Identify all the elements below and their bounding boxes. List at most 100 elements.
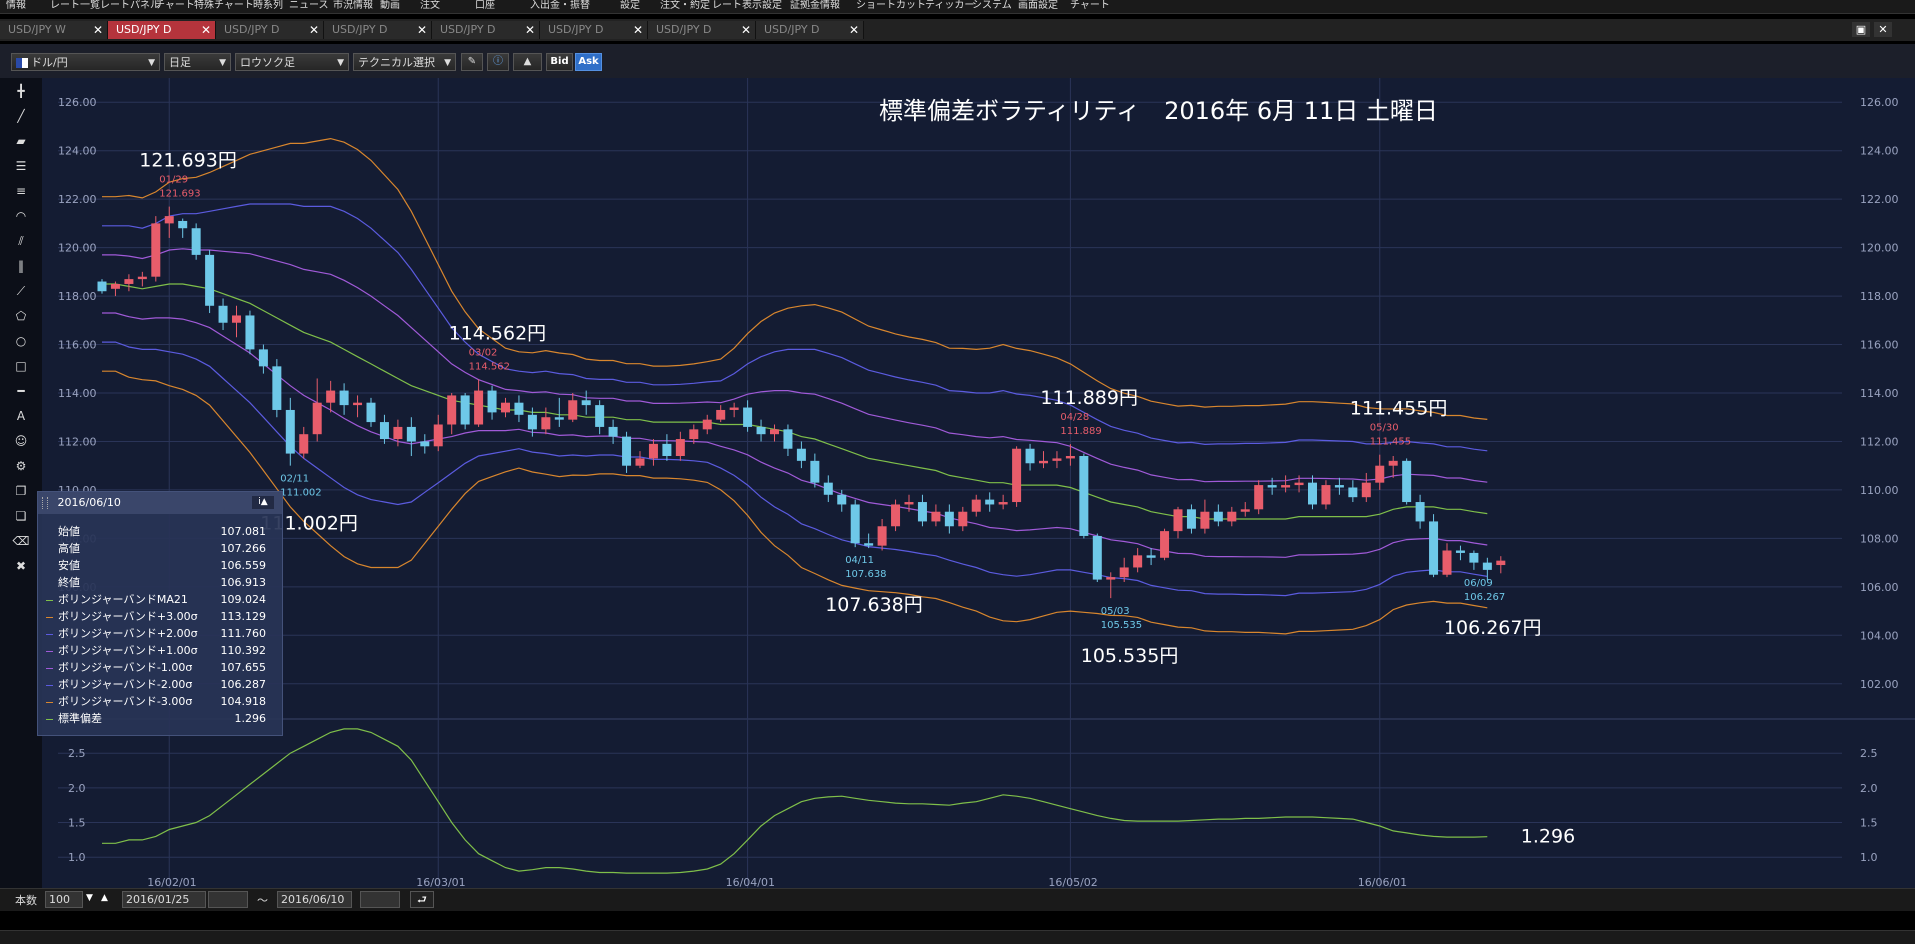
emoji-icon[interactable]: ☺ — [12, 432, 30, 450]
fibonacci-arc-icon[interactable]: ◠ — [12, 207, 30, 225]
tab-usdjpy-d[interactable]: USD/JPY D ✕ — [648, 21, 756, 39]
annotation-label: 105.535円 — [1081, 645, 1179, 667]
info-collapse-icon[interactable]: i▲ — [252, 496, 274, 509]
menu-item-video[interactable]: 動画 — [380, 0, 400, 12]
close-icon[interactable]: ✕ — [93, 21, 103, 39]
technical-select-label: テクニカル選択 — [358, 56, 435, 69]
horizontal-line-icon[interactable]: ━ — [12, 382, 30, 400]
menu-item-screen-settings[interactable]: 画面設定 — [1018, 0, 1058, 12]
crosshair-icon[interactable]: ╋ — [12, 82, 30, 100]
chevron-down-icon: ▼ — [337, 58, 344, 68]
circle-icon[interactable]: ○ — [12, 332, 30, 350]
horizontal-lines-icon[interactable]: ≡ — [12, 182, 30, 200]
chevron-down-icon[interactable]: ▼ — [86, 893, 93, 903]
menu-item-rate-panel[interactable]: レートパネル — [100, 0, 160, 12]
menu-item-info[interactable]: 情報 — [6, 0, 26, 12]
menu-item-ticker[interactable]: ティッカー — [925, 0, 974, 12]
paste-icon[interactable]: ❏ — [12, 507, 30, 525]
close-icon[interactable]: ✕ — [633, 21, 643, 39]
annotation-value: 111.889 — [1060, 426, 1101, 437]
ohlc-info-panel[interactable]: 2016/06/10 i▲ 始値 107.081 高値 107.266 安値 106.55… — [37, 491, 283, 736]
info-row-value: 1.296 — [234, 712, 267, 725]
menu-item-settings[interactable]: 設定 — [620, 0, 640, 12]
close-icon[interactable]: ✕ — [849, 21, 859, 39]
chart-area[interactable]: 126.00 126.00 124.00 124.00 122.00 122.00 120.… — [42, 78, 1915, 888]
candle-body — [796, 448, 806, 461]
candle-body — [850, 504, 860, 544]
polygon-icon[interactable]: ⬠ — [12, 307, 30, 325]
time-to-input[interactable] — [360, 891, 400, 908]
trendline-icon[interactable]: ╱ — [12, 107, 30, 125]
candle-body — [151, 223, 161, 277]
menu-item-account[interactable]: 口座 — [475, 0, 495, 12]
candle-body — [379, 422, 389, 440]
time-from-input[interactable] — [208, 891, 248, 908]
menu-item-transfer[interactable]: 入出金・振替 — [530, 0, 590, 12]
y-tick-label-right: 120.00 — [1860, 242, 1899, 255]
menu-item-special-chart[interactable]: 特殊チャート — [194, 0, 254, 12]
chevron-up-icon[interactable]: ▲ — [101, 893, 108, 903]
tab-usdjpy-d-active[interactable]: USD/JPY D ✕ — [108, 21, 216, 39]
settings-icon[interactable]: ⚙ — [12, 457, 30, 475]
tab-usdjpy-d[interactable]: USD/JPY D ✕ — [216, 21, 324, 39]
menu-item-system[interactable]: システム — [972, 0, 1012, 12]
channel-icon[interactable]: ☰ — [12, 157, 30, 175]
series-swatch — [46, 599, 53, 601]
ask-button[interactable]: Ask — [575, 53, 602, 71]
tab-usdjpy-d[interactable]: USD/JPY D ✕ — [432, 21, 540, 39]
tab-usdjpy-d[interactable]: USD/JPY D ✕ — [540, 21, 648, 39]
menu-item-rate-list[interactable]: レート一覧 — [50, 0, 100, 12]
tab-usdjpy-d[interactable]: USD/JPY D ✕ — [756, 21, 864, 39]
timeframe-select[interactable]: 日足 ▼ — [164, 53, 231, 71]
info-icon[interactable]: ⓘ — [487, 53, 509, 71]
menu-item-rate-display[interactable]: レート表示設定 — [712, 0, 782, 12]
chart-type-select[interactable]: ロウソク足 ▼ — [235, 53, 349, 71]
text-icon[interactable]: A — [12, 407, 30, 425]
maximize-icon[interactable]: ▣ — [1852, 22, 1870, 37]
tab-usdjpy-w[interactable]: USD/JPY W ✕ — [0, 21, 108, 39]
copy-icon[interactable]: ❐ — [12, 482, 30, 500]
sd-tick-label-left: 2.5 — [68, 747, 86, 760]
ruler-icon[interactable]: ▰ — [12, 132, 30, 150]
eraser-all-icon[interactable]: ✖ — [12, 557, 30, 575]
gann-fan-icon[interactable]: ⟋ — [12, 282, 30, 300]
menu-item-news[interactable]: ニュース — [289, 0, 329, 12]
eraser-icon[interactable]: ⌫ — [12, 532, 30, 550]
menu-item-shortcut[interactable]: ショートカット — [856, 0, 926, 12]
pair-select[interactable]: ドル/円 ▼ — [11, 53, 160, 71]
vertical-lines-icon[interactable]: ‖ — [12, 257, 30, 275]
menu-item-order-exec[interactable]: 注文・約定 — [660, 0, 710, 12]
menu-item-order[interactable]: 注文 — [420, 0, 440, 12]
close-icon[interactable]: ✕ — [201, 21, 211, 39]
pen-icon[interactable]: ✎ — [461, 53, 483, 71]
close-icon[interactable]: ✕ — [525, 21, 535, 39]
menu-item-chart[interactable]: チャート — [155, 0, 195, 12]
close-icon[interactable]: ✕ — [309, 21, 319, 39]
candle-body — [1092, 535, 1102, 580]
candle-body — [541, 417, 551, 430]
candle-body — [1429, 521, 1439, 575]
close-icon[interactable]: ✕ — [741, 21, 751, 39]
fan-icon[interactable]: ⫽ — [12, 232, 30, 250]
tab-label: USD/JPY D — [224, 23, 280, 36]
candle-body — [1160, 531, 1170, 558]
tab-usdjpy-d[interactable]: USD/JPY D ✕ — [324, 21, 432, 39]
close-window-icon[interactable]: ✕ — [1874, 22, 1892, 37]
candle-body — [1173, 509, 1183, 532]
y-tick-label-left: 118.00 — [58, 290, 97, 303]
technical-select[interactable]: テクニカル選択 ▼ — [353, 53, 456, 71]
refresh-icon[interactable]: ⮐ — [410, 891, 434, 908]
info-row-label: 高値 — [58, 542, 80, 555]
rectangle-icon[interactable]: □ — [12, 357, 30, 375]
menu-item-chart-2[interactable]: チャート — [1070, 0, 1110, 12]
menu-item-timeseries[interactable]: 時系列 — [253, 0, 283, 12]
candle-body — [1227, 511, 1237, 522]
menu-item-market[interactable]: 市況情報 — [333, 0, 373, 12]
menu-item-margin[interactable]: 証拠金情報 — [790, 0, 840, 12]
date-from-input[interactable]: 2016/01/25 — [122, 891, 206, 908]
bid-button[interactable]: Bid — [546, 53, 573, 71]
mountain-chart-icon[interactable]: ▲ — [513, 53, 542, 71]
count-input[interactable]: 100 — [45, 891, 83, 908]
date-to-input[interactable]: 2016/06/10 — [277, 891, 352, 908]
close-icon[interactable]: ✕ — [417, 21, 427, 39]
